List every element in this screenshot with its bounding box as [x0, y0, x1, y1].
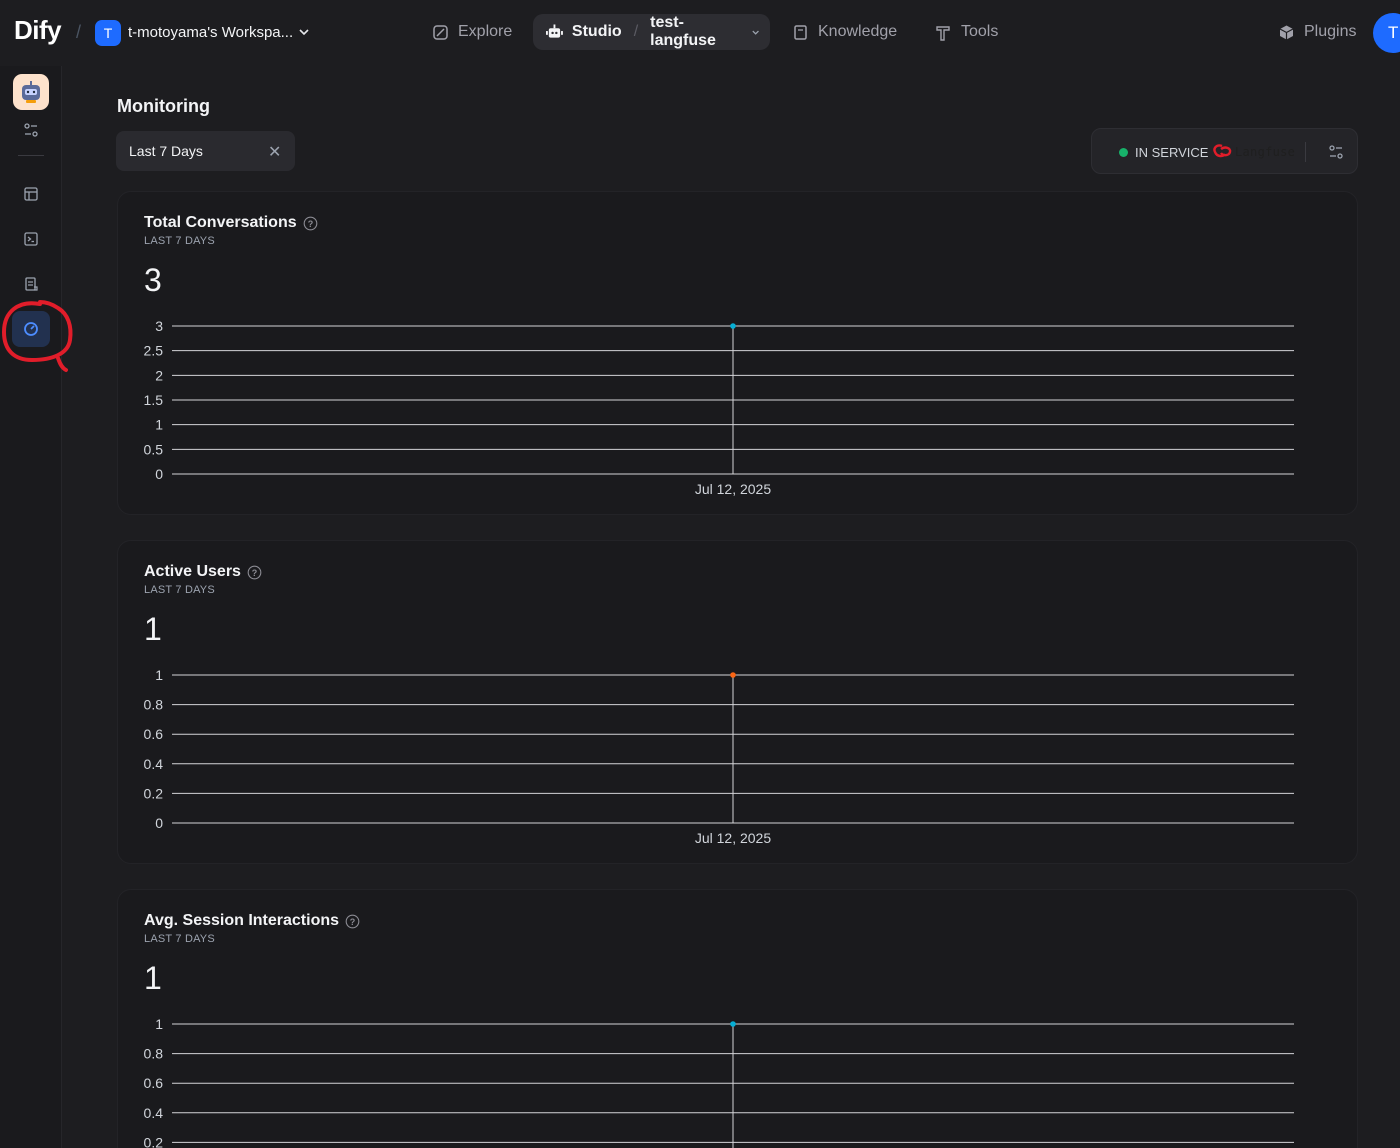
hammer-icon — [936, 25, 950, 41]
chevron-down-icon[interactable] — [298, 26, 310, 38]
help-icon[interactable]: ? — [345, 914, 360, 929]
card-title-text: Active Users — [144, 563, 241, 580]
tracing-status-text: IN SERVICE — [1135, 145, 1209, 160]
sidebar-divider — [18, 155, 44, 156]
divider — [1305, 142, 1306, 162]
panel-icon — [24, 187, 38, 201]
nav-explore-label: Explore — [458, 23, 513, 40]
card-title-text: Total Conversations — [144, 214, 297, 231]
y-tick-label: 1 — [155, 1016, 163, 1032]
help-icon[interactable]: ? — [303, 216, 318, 231]
total-conversations-chart: 0 0.5 1 1.5 2 2.5 3 Jul 12, 2025 — [144, 318, 1294, 497]
studio-separator: / — [633, 23, 639, 40]
avg-session-interactions-card: 00.20.40.60.81Jul 12, 2025 Avg. Session … — [117, 889, 1358, 1148]
data-point — [730, 1021, 736, 1027]
nav-tools-label: Tools — [961, 23, 999, 40]
x-tick-label: Jul 12, 2025 — [695, 830, 771, 846]
sidebar-item-logs[interactable] — [19, 272, 43, 296]
svg-text:?: ? — [252, 568, 258, 578]
tracing-status-panel[interactable]: IN SERVICE Langfuse — [1091, 128, 1358, 174]
y-tick-label: 0 — [155, 815, 163, 831]
y-tick-label: 0.8 — [144, 1046, 164, 1062]
y-tick-label: 0.6 — [144, 726, 164, 742]
nav-plugins-label: Plugins — [1304, 23, 1357, 40]
robot-icon — [546, 24, 563, 38]
explore-icon — [433, 24, 448, 40]
y-tick-label: 0.2 — [144, 1134, 164, 1148]
settings-sliders-icon[interactable] — [19, 118, 43, 142]
page-title: Monitoring — [117, 96, 210, 116]
y-tick-label: 0.8 — [144, 697, 164, 713]
app-icon[interactable] — [13, 74, 49, 110]
svg-text:?: ? — [307, 219, 313, 229]
robot-icon — [22, 81, 40, 103]
dify-logo[interactable]: Dify — [14, 15, 62, 46]
nav-studio[interactable]: Studio / test-langfuse — [533, 14, 770, 50]
y-tick-label: 2.5 — [144, 343, 164, 359]
y-tick-label: 0.6 — [144, 1075, 164, 1091]
active-users-chart: 0 0.2 0.4 0.6 0.8 1 Jul 12, 2025 — [144, 667, 1294, 846]
annotation-circle — [1, 300, 73, 372]
nav-tools[interactable]: Tools — [935, 14, 998, 50]
sidebar-item-orchestrate[interactable] — [19, 182, 43, 206]
status-dot — [1119, 148, 1128, 157]
data-point — [730, 672, 736, 678]
y-tick-label: 0.5 — [144, 441, 164, 457]
card-title-text: Avg. Session Interactions — [144, 912, 340, 929]
y-tick-label: 0.4 — [144, 756, 164, 772]
book-icon — [794, 24, 807, 40]
nav-explore[interactable]: Explore — [432, 14, 512, 50]
card-value: 1 — [144, 611, 162, 647]
card-subtitle: LAST 7 DAYS — [144, 933, 215, 945]
y-tick-label: 1 — [155, 667, 163, 683]
nav-knowledge-label: Knowledge — [818, 23, 898, 40]
x-tick-label: Jul 12, 2025 — [695, 481, 771, 497]
help-icon[interactable]: ? — [247, 565, 262, 580]
y-tick-label: 2 — [155, 367, 163, 383]
current-app-name[interactable]: test-langfuse — [650, 14, 744, 50]
y-tick-label: 1 — [155, 417, 163, 433]
y-tick-label: 0.2 — [144, 785, 164, 801]
card-subtitle: LAST 7 DAYS — [144, 235, 215, 247]
workspace-avatar[interactable]: T — [95, 20, 121, 46]
settings-sliders-icon[interactable] — [1328, 144, 1344, 160]
y-tick-label: 3 — [155, 318, 163, 334]
workspace-name[interactable]: t-motoyama's Workspa... — [128, 24, 293, 41]
chevron-down-icon[interactable] — [750, 26, 761, 38]
sidebar-item-api[interactable] — [19, 227, 43, 251]
breadcrumb-separator: / — [76, 22, 82, 42]
card-value: 1 — [144, 960, 162, 996]
card-subtitle: LAST 7 DAYS — [144, 584, 215, 596]
nav-knowledge[interactable]: Knowledge — [793, 14, 897, 50]
top-navigation: Dify / T t-motoyama's Workspa... Explore… — [0, 0, 1400, 66]
y-tick-label: 1.5 — [144, 392, 164, 408]
terminal-icon — [24, 232, 38, 246]
date-range-value: Last 7 Days — [129, 143, 203, 159]
close-icon[interactable]: ✕ — [268, 142, 281, 162]
card-title: Active Users ? — [144, 563, 262, 581]
total-conversations-card: 0 0.5 1 1.5 2 2.5 3 Jul 12, 2025 Total Conversa… — [117, 191, 1358, 515]
card-title: Avg. Session Interactions ? — [144, 912, 360, 930]
langfuse-logo — [1213, 144, 1232, 158]
cube-icon — [1279, 25, 1294, 39]
y-tick-label: 0.4 — [144, 1105, 164, 1121]
user-avatar[interactable]: T — [1373, 13, 1400, 53]
active-users-card: 0 0.2 0.4 0.6 0.8 1 Jul 12, 2025 Active Users … — [117, 540, 1358, 864]
app-sidebar — [0, 66, 62, 1148]
data-point — [730, 323, 736, 329]
tracing-provider-name: Langfuse — [1235, 145, 1296, 159]
document-icon — [25, 277, 38, 291]
card-title: Total Conversations ? — [144, 214, 318, 232]
date-range-select[interactable]: Last 7 Days ✕ — [116, 131, 295, 171]
nav-studio-label: Studio — [571, 23, 622, 40]
nav-plugins[interactable]: Plugins — [1278, 14, 1356, 50]
svg-text:?: ? — [350, 917, 356, 927]
card-value: 3 — [144, 262, 162, 298]
y-tick-label: 0 — [155, 466, 163, 482]
